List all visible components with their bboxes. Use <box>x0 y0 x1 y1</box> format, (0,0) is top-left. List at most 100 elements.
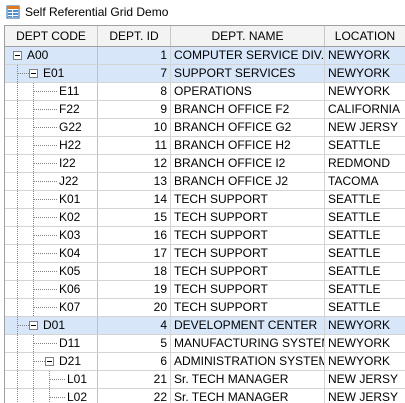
tree-connector <box>17 155 18 172</box>
cell-dept-code: K03 <box>5 227 98 244</box>
tree-connector <box>49 397 65 398</box>
table-row[interactable]: K07 20 TECH SUPPORT SEATTLE <box>5 299 405 317</box>
cell-location: NEWYORK <box>328 48 391 62</box>
cell-dept-name: TECH SUPPORT <box>171 227 325 244</box>
dept-code-text: F22 <box>59 102 80 116</box>
table-row[interactable]: L02 22 Sr. TECH MANAGER NEW JERSY <box>5 389 405 403</box>
cell-location: SEATTLE <box>328 300 381 314</box>
table-row[interactable]: K06 19 TECH SUPPORT SEATTLE <box>5 281 405 299</box>
dept-code-text: K01 <box>59 192 81 206</box>
cell-dept-code: F22 <box>5 101 98 118</box>
table-row[interactable]: K04 17 TECH SUPPORT SEATTLE <box>5 245 405 263</box>
cell-dept-id: 5 <box>98 335 171 352</box>
column-header-dept-name[interactable]: DEPT. NAME <box>171 26 325 46</box>
table-row[interactable]: J22 13 BRANCH OFFICE J2 TACOMA <box>5 173 405 191</box>
table-row[interactable]: E11 8 OPERATIONS NEWYORK <box>5 83 405 101</box>
tree-connector <box>33 361 45 362</box>
column-header-dept-id[interactable]: DEPT. ID <box>98 26 171 46</box>
dept-code-text: J22 <box>59 174 79 188</box>
cell-location: CALIFORNIA <box>328 102 401 116</box>
table-row[interactable]: A00 1 COMPUTER SERVICE DIV. NEWYORK <box>5 47 405 65</box>
cell-dept-code: D01 <box>5 317 98 334</box>
table-row[interactable]: K05 18 TECH SUPPORT SEATTLE <box>5 263 405 281</box>
cell-location: SEATTLE <box>328 210 381 224</box>
cell-dept-id: 6 <box>98 353 171 370</box>
cell-dept-code: L01 <box>5 371 98 388</box>
cell-dept-id: 9 <box>98 101 171 118</box>
cell-dept-name: BRANCH OFFICE F2 <box>171 101 325 118</box>
table-row[interactable]: H22 11 BRANCH OFFICE H2 SEATTLE <box>5 137 405 155</box>
cell-dept-id: 10 <box>98 119 171 136</box>
cell-dept-id: 17 <box>98 245 171 262</box>
cell-dept-code: K02 <box>5 209 98 226</box>
table-row[interactable]: D21 6 ADMINISTRATION SYSTEM NEWYORK <box>5 353 405 371</box>
grid-header: DEPT CODE DEPT. ID DEPT. NAME LOCATION <box>5 26 405 47</box>
tree-connector <box>33 289 57 290</box>
cell-dept-name: TECH SUPPORT <box>171 191 325 208</box>
dept-code-text: E01 <box>43 66 65 80</box>
cell-dept-name: OPERATIONS <box>171 83 325 100</box>
cell-location: NEW JERSY <box>328 390 399 403</box>
tree-connector <box>33 181 57 182</box>
dept-code-text: L01 <box>67 372 88 386</box>
cell-dept-name: MANUFACTURING SYSTEM <box>171 335 325 352</box>
tree-connector <box>17 281 18 298</box>
cell-location: NEWYORK <box>328 336 391 350</box>
cell-location: NEWYORK <box>328 66 391 80</box>
cell-dept-code: K04 <box>5 245 98 262</box>
cell-dept-code: H22 <box>5 137 98 154</box>
cell-dept-id: 15 <box>98 209 171 226</box>
dept-code-text: D01 <box>43 318 66 332</box>
tree-connector <box>33 199 57 200</box>
collapse-toggle-icon[interactable] <box>29 321 38 330</box>
cell-dept-name: TECH SUPPORT <box>171 209 325 226</box>
cell-dept-code: K07 <box>5 299 98 316</box>
cell-location: NEW JERSY <box>328 120 399 134</box>
grid-app-icon <box>6 5 20 19</box>
table-row[interactable]: I22 12 BRANCH OFFICE I2 REDMOND <box>5 155 405 173</box>
column-header-dept-code[interactable]: DEPT CODE <box>5 26 98 46</box>
table-row[interactable]: D01 4 DEVELOPMENT CENTER NEWYORK <box>5 317 405 335</box>
self-referential-grid[interactable]: DEPT CODE DEPT. ID DEPT. NAME LOCATION A… <box>4 25 405 403</box>
table-row[interactable]: G22 10 BRANCH OFFICE G2 NEW JERSY <box>5 119 405 137</box>
table-row[interactable]: K03 16 TECH SUPPORT SEATTLE <box>5 227 405 245</box>
table-row[interactable]: L01 21 Sr. TECH MANAGER NEW JERSY <box>5 371 405 389</box>
tree-connector <box>33 109 57 110</box>
cell-dept-code: L02 <box>5 389 98 403</box>
tree-connector <box>17 73 29 74</box>
cell-location: REDMOND <box>328 156 390 170</box>
dept-code-text: D21 <box>59 354 82 368</box>
cell-dept-id: 16 <box>98 227 171 244</box>
cell-dept-name: TECH SUPPORT <box>171 281 325 298</box>
cell-dept-code: K01 <box>5 191 98 208</box>
dept-code-text: E11 <box>59 84 80 98</box>
table-row[interactable]: F22 9 BRANCH OFFICE F2 CALIFORNIA <box>5 101 405 119</box>
cell-dept-id: 21 <box>98 371 171 388</box>
table-row[interactable]: K02 15 TECH SUPPORT SEATTLE <box>5 209 405 227</box>
cell-dept-name: BRANCH OFFICE H2 <box>171 137 325 154</box>
column-header-location[interactable]: LOCATION <box>325 26 405 46</box>
tree-connector <box>33 343 57 344</box>
collapse-toggle-icon[interactable] <box>45 357 54 366</box>
table-row[interactable]: K01 14 TECH SUPPORT SEATTLE <box>5 191 405 209</box>
tree-connector <box>33 307 57 308</box>
cell-location: SEATTLE <box>328 138 381 152</box>
cell-location: SEATTLE <box>328 192 381 206</box>
cell-dept-code: I22 <box>5 155 98 172</box>
cell-location: SEATTLE <box>328 264 381 278</box>
collapse-toggle-icon[interactable] <box>13 51 22 60</box>
dept-code-text: K03 <box>59 228 81 242</box>
cell-location: SEATTLE <box>328 246 381 260</box>
title-bar: Self Referential Grid Demo <box>0 0 405 25</box>
cell-dept-id: 19 <box>98 281 171 298</box>
tree-connector <box>33 91 57 92</box>
dept-code-text: A00 <box>27 48 49 62</box>
tree-connector <box>33 145 57 146</box>
cell-dept-code: K06 <box>5 281 98 298</box>
tree-connector <box>17 371 18 388</box>
table-row[interactable]: E01 7 SUPPORT SERVICES NEWYORK <box>5 65 405 83</box>
tree-connector <box>33 253 57 254</box>
table-row[interactable]: D11 5 MANUFACTURING SYSTEM NEWYORK <box>5 335 405 353</box>
collapse-toggle-icon[interactable] <box>29 69 38 78</box>
dept-code-text: K02 <box>59 210 81 224</box>
